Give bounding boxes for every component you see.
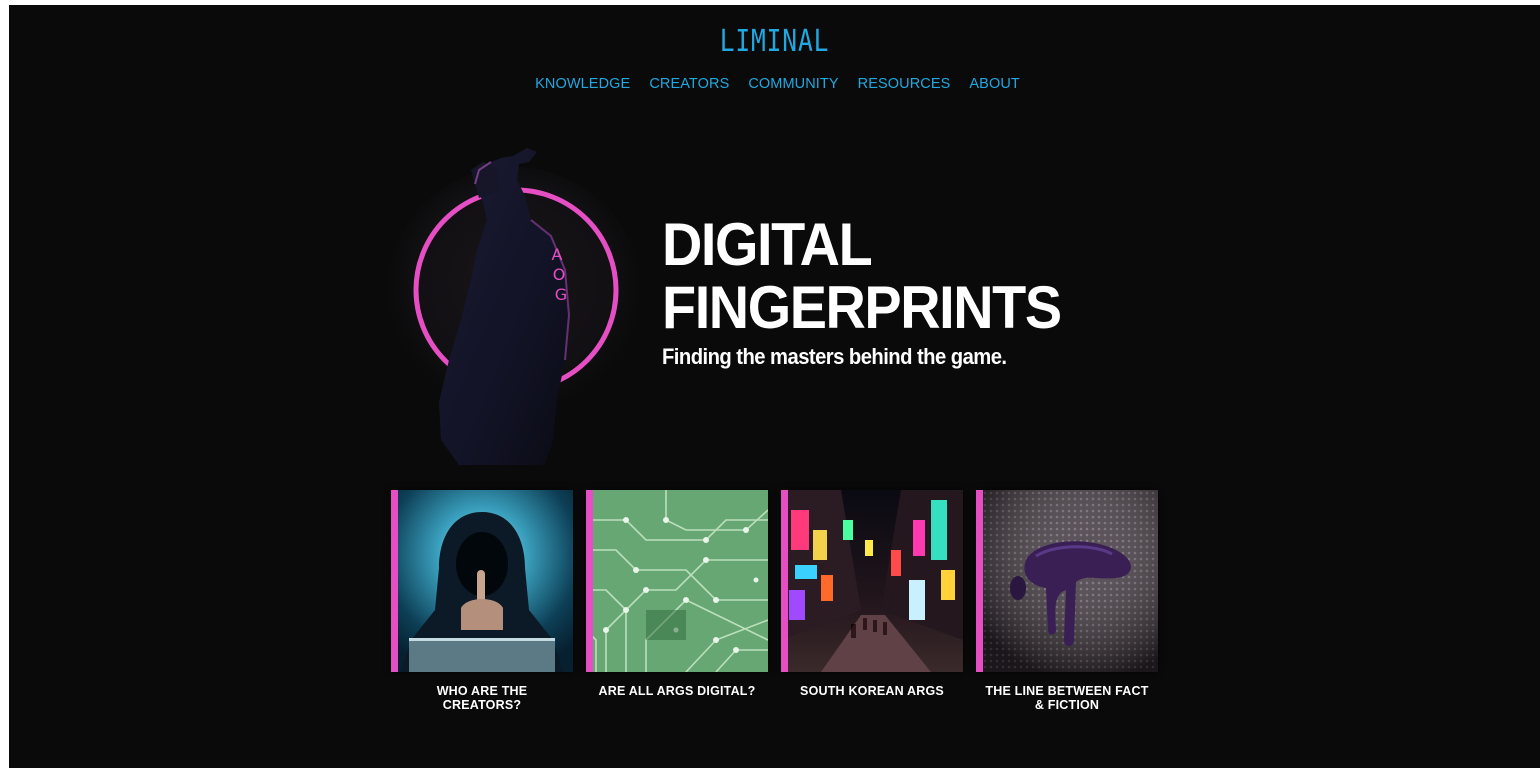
card-south-korean-args[interactable]: SOUTH KOREAN ARGS: [781, 490, 963, 720]
hero-title-line2: FINGERPRINTS: [662, 274, 1062, 341]
site-logo[interactable]: LIMINAL: [147, 25, 1402, 59]
main-nav: KNOWLEDGE CREATORS COMMUNITY RESOURCES A…: [9, 76, 1540, 92]
sleeve-letter-g: G: [555, 285, 567, 304]
card-accent-bar: [976, 490, 983, 672]
nav-knowledge[interactable]: KNOWLEDGE: [535, 76, 630, 92]
card-who-are-the-creators[interactable]: WHO ARE THE CREATORS?: [391, 490, 573, 720]
card-line-between-fact-fiction[interactable]: THE LINE BETWEEN FACT & FICTION: [976, 490, 1158, 720]
hero-title-line1: DIGITAL: [662, 211, 873, 278]
card-image-circuit-board[interactable]: [586, 490, 768, 672]
nav-creators[interactable]: CREATORS: [649, 76, 729, 92]
hero-title: DIGITAL FINGERPRINTS: [662, 211, 1062, 341]
card-label[interactable]: ARE ALL ARGS DIGITAL?: [576, 684, 778, 698]
nav-about[interactable]: ABOUT: [969, 76, 1019, 92]
card-accent-bar: [391, 490, 398, 672]
hero-silhouette-image: A O G: [386, 148, 639, 465]
card-are-all-args-digital[interactable]: ARE ALL ARGS DIGITAL?: [586, 490, 768, 720]
card-label[interactable]: THE LINE BETWEEN FACT & FICTION: [966, 684, 1168, 712]
nav-community[interactable]: COMMUNITY: [748, 76, 838, 92]
nav-resources[interactable]: RESOURCES: [858, 76, 951, 92]
hero-subtitle: Finding the masters behind the game.: [662, 344, 1007, 369]
card-accent-bar: [586, 490, 593, 672]
sleeve-letter-a: A: [552, 245, 563, 264]
sleeve-letter-o: O: [553, 265, 566, 284]
card-image-neon-street[interactable]: [781, 490, 963, 672]
card-image-hooded-hacker[interactable]: [391, 490, 573, 672]
card-label[interactable]: WHO ARE THE CREATORS?: [381, 684, 583, 712]
card-label[interactable]: SOUTH KOREAN ARGS: [771, 684, 973, 698]
card-accent-bar: [781, 490, 788, 672]
card-image-purple-figure[interactable]: [976, 490, 1158, 672]
page: LIMINAL KNOWLEDGE CREATORS COMMUNITY RES…: [9, 5, 1540, 768]
